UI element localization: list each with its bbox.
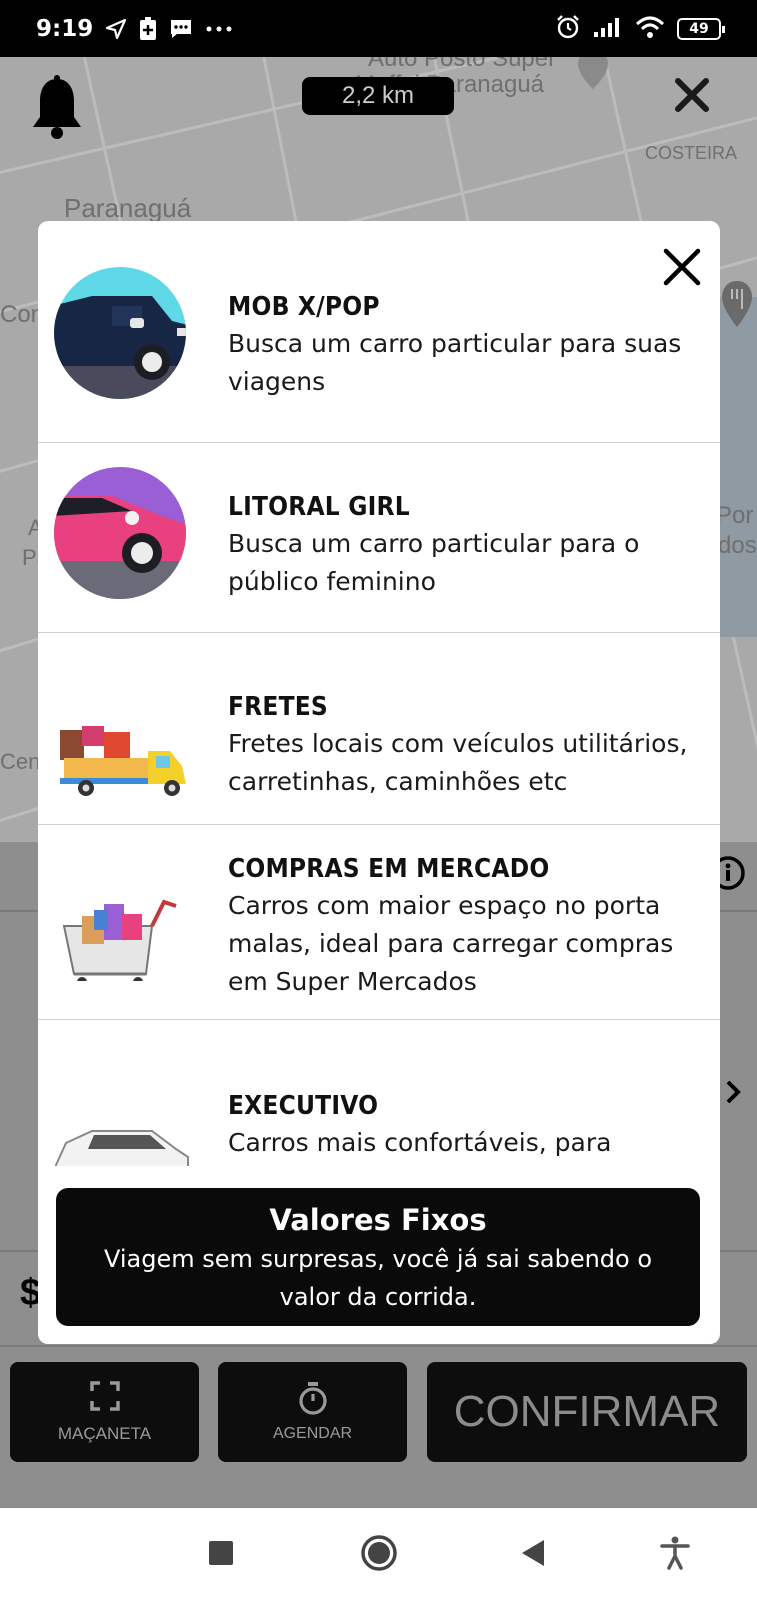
signal-icon <box>593 16 623 42</box>
confirmar-button[interactable]: CONFIRMAR <box>427 1362 747 1462</box>
map-label-costeira: COSTEIRA <box>645 143 738 163</box>
navigation-icon <box>105 18 127 40</box>
back-icon[interactable] <box>520 1538 546 1572</box>
dark-car-icon <box>52 266 192 401</box>
agendar-label: AGENDAR <box>272 1424 353 1442</box>
fullscreen-icon <box>89 1380 120 1416</box>
more-dots-icon <box>205 25 233 33</box>
confirmar-label: CONFIRMAR <box>453 1387 721 1436</box>
service-description: Carros mais confortáveis, para clientes <box>228 1128 612 1157</box>
service-option-fretes[interactable]: FRETES Fretes locais com veículos utilit… <box>38 621 720 820</box>
map-label-paranagua: Paranaguá <box>64 193 192 223</box>
status-bar: 9:19 49 <box>0 0 757 57</box>
message-icon <box>169 18 193 40</box>
modal-close-icon[interactable] <box>662 247 702 287</box>
timer-icon <box>297 1381 329 1421</box>
agendar-button[interactable]: AGENDAR <box>218 1362 407 1462</box>
macaneta-label: MAÇANETA <box>57 1423 152 1443</box>
home-icon[interactable] <box>360 1534 398 1576</box>
service-option-compras-em-mercado[interactable]: COMPRAS EM MERCADO Carros com maior espa… <box>38 801 720 1000</box>
truck-icon <box>52 666 192 801</box>
map-label-por: Por <box>716 502 754 529</box>
map-label-cen: Cen <box>0 749 41 774</box>
pink-car-icon <box>52 466 192 601</box>
service-options-modal: MOB X/POP Busca um carro particular para… <box>38 221 720 1344</box>
service-description: Busca um carro particular para o público… <box>228 529 640 596</box>
service-options-list[interactable]: MOB X/POP Busca um carro particular para… <box>38 221 720 1166</box>
suv-icon <box>52 1065 192 1166</box>
macaneta-button[interactable]: MAÇANETA <box>10 1362 199 1462</box>
battery-icon: 49 <box>677 17 725 40</box>
service-description: Carros com maior espaço no porta malas, … <box>228 891 674 996</box>
service-title: FRETES <box>228 692 328 722</box>
banner-description: Viagem sem surpresas, você já sai sabend… <box>103 1245 653 1311</box>
divider <box>0 1345 757 1347</box>
service-option-litoral-girl[interactable]: LITORAL GIRL Busca um carro particular p… <box>38 421 720 620</box>
distance-badge: 2,2 km <box>302 77 454 115</box>
service-description: Fretes locais com veículos utilitários, … <box>228 729 688 796</box>
android-nav-bar <box>0 1508 757 1600</box>
service-description: Busca um carro particular para suas viag… <box>228 329 682 396</box>
accessibility-icon[interactable] <box>660 1536 690 1574</box>
alarm-icon <box>555 14 581 44</box>
chevron-right-icon[interactable] <box>724 1078 742 1110</box>
shopping-cart-icon <box>52 846 192 987</box>
wifi-icon <box>635 15 665 43</box>
service-title: MOB X/POP <box>228 292 380 322</box>
fixed-price-banner: Valores Fixos Viagem sem surpresas, você… <box>56 1188 700 1326</box>
service-title: COMPRAS EM MERCADO <box>228 854 550 884</box>
service-option-mob-x-pop[interactable]: MOB X/POP Busca um carro particular para… <box>38 221 720 420</box>
service-option-executivo[interactable]: EXECUTIVO Carros mais confortáveis, para… <box>38 1020 720 1166</box>
service-title: EXECUTIVO <box>228 1091 379 1121</box>
battery-saver-icon <box>139 16 157 41</box>
status-time: 9:19 <box>36 15 94 42</box>
banner-title: Valores Fixos <box>269 1203 487 1237</box>
recent-apps-icon[interactable] <box>208 1540 234 1570</box>
service-title: LITORAL GIRL <box>228 492 410 522</box>
map-label-dos: dos <box>718 532 757 559</box>
